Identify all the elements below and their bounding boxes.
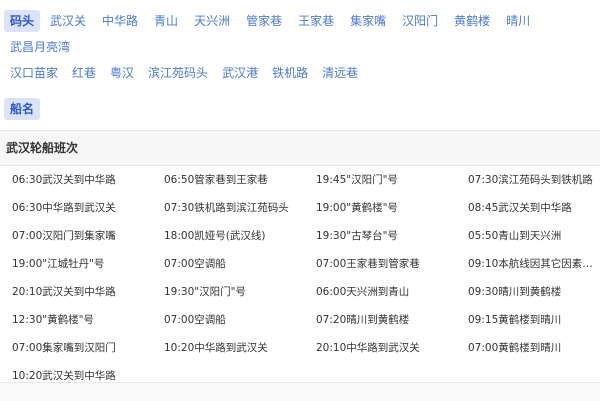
terminal-tabs-row-2: 汉口苗家 红巷 粤汉 滨江苑码头 武汉港 铁机路 清远巷 xyxy=(4,62,600,88)
schedule-item[interactable]: 07:00集家嘴到汉阳门 xyxy=(0,334,152,362)
schedule-item[interactable]: 12:30"黄鹤楼"号 xyxy=(0,306,152,334)
tab-terminal-option[interactable]: 铁机路 xyxy=(266,62,314,84)
schedule-item[interactable]: 07:00空调船 xyxy=(152,306,304,334)
tab-terminal-option[interactable]: 管家巷 xyxy=(240,10,288,32)
footer-divider xyxy=(0,382,600,401)
schedule-item[interactable]: 07:00王家巷到管家巷 xyxy=(304,250,456,278)
tab-terminal-option[interactable]: 清远巷 xyxy=(316,62,364,84)
schedule-grid: 06:30武汉关到中华路 06:50管家巷到王家巷 19:45"汉阳门"号 07:30… xyxy=(0,166,600,390)
tab-area: 码头 武汉关 中华路 青山 天兴洲 管家巷 王家巷 集家嘴 汉阳门 黄鹤楼 晴川武昌月亮湾 汉口苗… xyxy=(0,0,600,124)
tab-terminal-option[interactable]: 黄鹤楼 xyxy=(448,10,496,32)
schedule-item[interactable]: 19:30"汉阳门"号 xyxy=(152,278,304,306)
tab-terminal-option[interactable]: 中华路 xyxy=(96,10,144,32)
schedule-item[interactable]: 20:10中华路到武汉关 xyxy=(304,334,456,362)
tab-terminal-option[interactable]: 天兴洲 xyxy=(188,10,236,32)
tab-terminal-option[interactable]: 晴川 xyxy=(500,10,536,32)
terminal-tabs-row-1: 码头 武汉关 中华路 青山 天兴洲 管家巷 王家巷 集家嘴 汉阳门 黄鹤楼 晴川武昌月亮湾 xyxy=(4,10,600,62)
filter-tabs-row: 船名 xyxy=(4,98,600,124)
schedule-item[interactable]: 06:00天兴洲到青山 xyxy=(304,278,456,306)
schedule-item[interactable]: 06:30武汉关到中华路 xyxy=(0,166,152,194)
tab-terminal-option[interactable]: 王家巷 xyxy=(292,10,340,32)
schedule-item[interactable]: 05:50青山到天兴洲 xyxy=(456,222,600,250)
tab-terminal-option[interactable]: 滨江苑码头 xyxy=(142,62,214,84)
tab-terminal-option[interactable]: 武昌月亮湾 xyxy=(4,36,76,58)
schedule-item[interactable]: 19:30"古琴台"号 xyxy=(304,222,456,250)
schedule-item[interactable]: 09:10本航线因其它因素原因... xyxy=(456,250,600,278)
tab-terminal-option[interactable]: 红巷 xyxy=(66,62,102,84)
tab-terminal[interactable]: 码头 xyxy=(4,10,41,32)
schedule-item[interactable]: 18:00凯娅号(武汉线) xyxy=(152,222,304,250)
tab-terminal-option[interactable]: 武汉港 xyxy=(216,62,264,84)
schedule-item[interactable]: 20:10武汉关到中华路 xyxy=(0,278,152,306)
schedule-item[interactable]: 06:30中华路到武汉关 xyxy=(0,194,152,222)
tab-ship-name[interactable]: 船名 xyxy=(4,98,41,120)
schedule-item[interactable]: 09:15黄鹤楼到晴川 xyxy=(456,306,600,334)
schedule-item[interactable]: 07:00空调船 xyxy=(152,250,304,278)
tab-terminal-option[interactable]: 汉阳门 xyxy=(396,10,444,32)
tab-terminal-option[interactable]: 青山 xyxy=(148,10,184,32)
schedule-item[interactable]: 19:00"江城牡丹"号 xyxy=(0,250,152,278)
schedule-section: 武汉轮船班次 06:30武汉关到中华路 06:50管家巷到王家巷 19:45"汉阳门… xyxy=(0,130,600,390)
schedule-item[interactable]: 07:00汉阳门到集家嘴 xyxy=(0,222,152,250)
schedule-item[interactable]: 19:45"汉阳门"号 xyxy=(304,166,456,194)
schedule-item[interactable]: 06:50管家巷到王家巷 xyxy=(152,166,304,194)
schedule-item[interactable]: 09:30晴川到黄鹤楼 xyxy=(456,278,600,306)
schedule-item[interactable]: 08:45武汉关到中华路 xyxy=(456,194,600,222)
schedule-item[interactable]: 19:00"黄鹤楼"号 xyxy=(304,194,456,222)
schedule-item[interactable]: 07:00黄鹤楼到晴川 xyxy=(456,334,600,362)
tab-terminal-option[interactable]: 粤汉 xyxy=(104,62,140,84)
tab-terminal-option[interactable]: 武汉关 xyxy=(44,10,92,32)
schedule-item[interactable]: 07:30铁机路到滨江苑码头 xyxy=(152,194,304,222)
tab-terminal-option[interactable]: 汉口苗家 xyxy=(4,62,64,84)
schedule-item[interactable]: 10:20中华路到武汉关 xyxy=(152,334,304,362)
schedule-item[interactable]: 07:20晴川到黄鹤楼 xyxy=(304,306,456,334)
schedule-title: 武汉轮船班次 xyxy=(0,131,600,166)
schedule-item[interactable]: 07:30滨江苑码头到铁机路 xyxy=(456,166,600,194)
tab-terminal-option[interactable]: 集家嘴 xyxy=(344,10,392,32)
